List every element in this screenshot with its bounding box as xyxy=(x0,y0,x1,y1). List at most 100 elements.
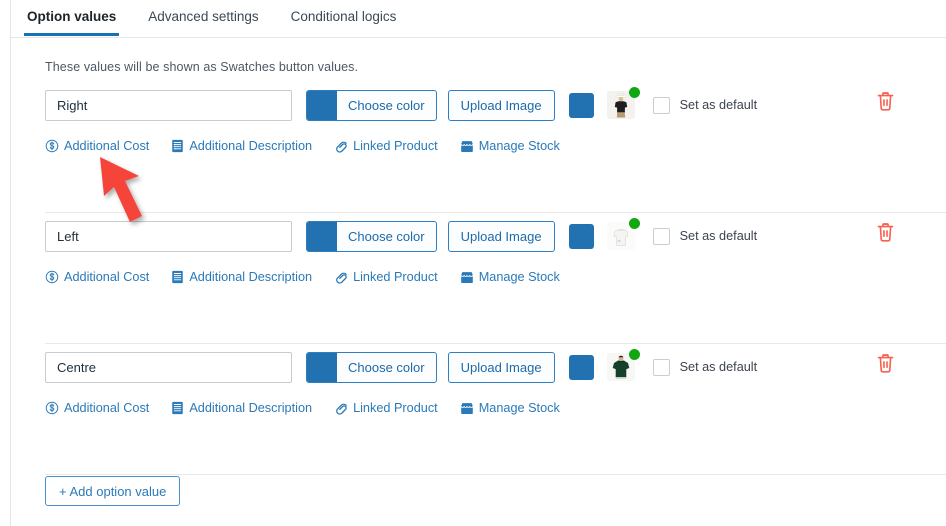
dollar-circle-icon xyxy=(45,139,59,153)
additional-cost-label: Additional Cost xyxy=(64,401,150,415)
tab-advanced-settings[interactable]: Advanced settings xyxy=(132,0,274,35)
set-as-default-checkbox[interactable] xyxy=(652,358,670,376)
option-value-row: Choose color Upload Image xyxy=(11,344,946,475)
additional-description-label: Additional Description xyxy=(189,139,313,153)
tab-bar: Option values Advanced settings Conditio… xyxy=(11,0,946,38)
thumbnail-status-dot xyxy=(628,87,640,98)
row-action-links: Additional Cost Additional Description L… xyxy=(45,270,582,284)
paperclip-link-icon xyxy=(334,270,348,284)
upload-image-button[interactable]: Upload Image xyxy=(447,351,555,383)
additional-description-link[interactable]: Additional Description xyxy=(171,270,312,284)
set-as-default-label: Set as default xyxy=(679,360,758,374)
dollar-circle-icon xyxy=(45,401,59,415)
linked-product-link[interactable]: Linked Product xyxy=(334,401,438,415)
row-controls: Choose color Upload Image xyxy=(45,218,922,252)
additional-cost-link[interactable]: Additional Cost xyxy=(45,270,149,284)
selected-color-chip[interactable] xyxy=(568,92,594,118)
add-option-value-label: + Add option value xyxy=(59,483,167,499)
upload-image-label: Upload Image xyxy=(460,228,542,244)
linked-product-link[interactable]: Linked Product xyxy=(334,139,438,153)
manage-stock-label: Manage Stock xyxy=(478,401,560,415)
shop-awning-icon xyxy=(460,402,474,415)
additional-description-link[interactable]: Additional Description xyxy=(171,139,312,153)
document-lines-icon xyxy=(171,139,184,153)
choose-color-button[interactable]: Choose color xyxy=(306,220,437,252)
set-as-default-control[interactable]: Set as default xyxy=(652,227,758,245)
set-as-default-control[interactable]: Set as default xyxy=(652,96,758,114)
upload-image-label: Upload Image xyxy=(460,97,542,113)
choose-color-button[interactable]: Choose color xyxy=(306,351,437,383)
choose-color-label: Choose color xyxy=(348,359,425,375)
choose-color-label: Choose color xyxy=(348,97,425,113)
tab-label: Option values xyxy=(27,9,117,24)
panel-body: These values will be shown as Swatches b… xyxy=(11,38,946,526)
color-swatch-preview xyxy=(307,90,337,120)
paperclip-link-icon xyxy=(334,401,348,415)
delete-option-value-button[interactable] xyxy=(872,221,898,249)
option-value-rows: Choose color Upload Image xyxy=(11,82,946,475)
selected-color-chip[interactable] xyxy=(568,354,594,380)
upload-image-button[interactable]: Upload Image xyxy=(447,89,555,121)
row-action-links: Additional Cost Additional Description L… xyxy=(45,139,582,153)
additional-cost-link[interactable]: Additional Cost xyxy=(45,139,149,153)
manage-stock-link[interactable]: Manage Stock xyxy=(460,139,560,153)
set-as-default-label: Set as default xyxy=(679,98,758,112)
tab-conditional-logics[interactable]: Conditional logics xyxy=(275,0,413,35)
manage-stock-label: Manage Stock xyxy=(478,139,560,153)
additional-cost-label: Additional Cost xyxy=(64,270,150,284)
product-thumbnail-wrap[interactable] xyxy=(606,87,640,119)
additional-cost-label: Additional Cost xyxy=(64,139,150,153)
option-value-input[interactable] xyxy=(45,220,292,252)
paperclip-link-icon xyxy=(334,139,348,153)
manage-stock-link[interactable]: Manage Stock xyxy=(460,270,560,284)
thumbnail-status-dot xyxy=(628,218,640,229)
product-thumbnail-wrap[interactable] xyxy=(606,218,640,250)
upload-image-button[interactable]: Upload Image xyxy=(447,220,555,252)
row-action-links: Additional Cost Additional Description L… xyxy=(45,401,582,415)
shop-awning-icon xyxy=(460,140,474,153)
row-divider xyxy=(45,474,946,475)
document-lines-icon xyxy=(171,270,184,284)
choose-color-button[interactable]: Choose color xyxy=(306,89,437,121)
option-value-row: Choose color Upload Image xyxy=(11,82,946,213)
tab-option-values[interactable]: Option values xyxy=(11,0,132,36)
additional-cost-link[interactable]: Additional Cost xyxy=(45,401,149,415)
delete-option-value-button[interactable] xyxy=(872,90,898,118)
trash-icon xyxy=(876,222,895,248)
linked-product-link[interactable]: Linked Product xyxy=(334,270,438,284)
option-value-input[interactable] xyxy=(45,351,292,383)
set-as-default-checkbox[interactable] xyxy=(652,96,670,114)
set-as-default-control[interactable]: Set as default xyxy=(652,358,758,376)
dollar-circle-icon xyxy=(45,270,59,284)
manage-stock-link[interactable]: Manage Stock xyxy=(460,401,560,415)
add-option-value-button[interactable]: + Add option value xyxy=(45,476,181,506)
additional-description-link[interactable]: Additional Description xyxy=(171,401,312,415)
set-as-default-label: Set as default xyxy=(679,229,758,243)
trash-icon xyxy=(876,353,895,379)
shop-awning-icon xyxy=(460,271,474,284)
option-values-panel: Option values Advanced settings Conditio… xyxy=(0,0,946,526)
panel-hint-text: These values will be shown as Swatches b… xyxy=(45,60,359,74)
product-thumbnail-wrap[interactable] xyxy=(606,349,640,381)
option-value-input[interactable] xyxy=(45,89,292,121)
color-swatch-preview xyxy=(307,352,337,382)
row-controls: Choose color Upload Image xyxy=(45,87,922,121)
option-value-row: Choose color Upload Image xyxy=(11,213,946,344)
choose-color-label: Choose color xyxy=(348,228,425,244)
delete-option-value-button[interactable] xyxy=(872,352,898,380)
thumbnail-status-dot xyxy=(628,349,640,360)
linked-product-label: Linked Product xyxy=(353,401,438,415)
linked-product-label: Linked Product xyxy=(353,139,438,153)
additional-description-label: Additional Description xyxy=(189,401,313,415)
tab-label: Advanced settings xyxy=(148,9,259,24)
tab-label: Conditional logics xyxy=(290,9,397,24)
upload-image-label: Upload Image xyxy=(460,359,542,375)
selected-color-chip[interactable] xyxy=(568,223,594,249)
set-as-default-checkbox[interactable] xyxy=(652,227,670,245)
color-swatch-preview xyxy=(307,221,337,251)
document-lines-icon xyxy=(171,401,184,415)
manage-stock-label: Manage Stock xyxy=(478,270,560,284)
row-controls: Choose color Upload Image xyxy=(45,349,922,383)
additional-description-label: Additional Description xyxy=(189,270,313,284)
trash-icon xyxy=(876,91,895,117)
